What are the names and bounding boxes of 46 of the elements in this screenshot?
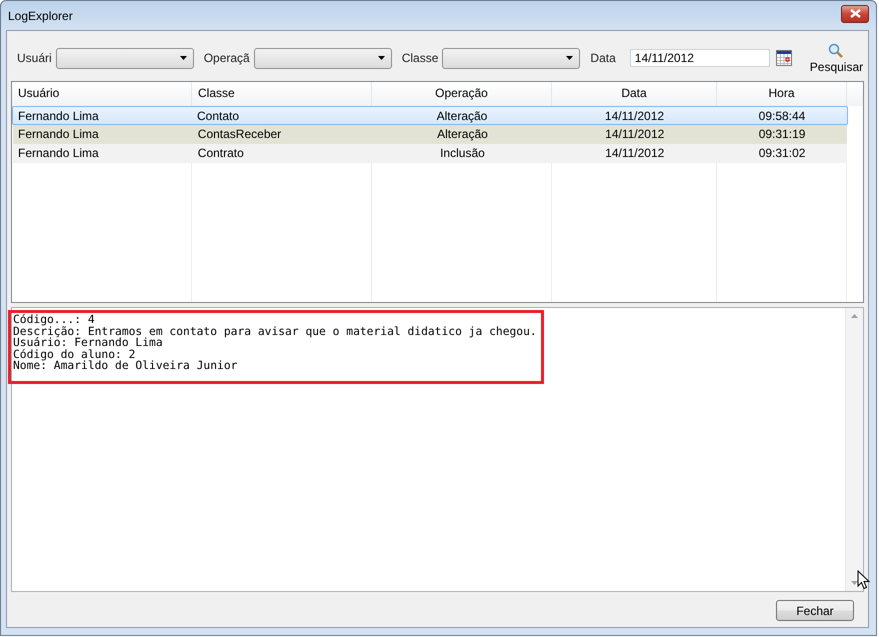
details-text-area[interactable]: Código...: 4 Descrição: Entramos em contato para avisar que o material didatico ja chegou. Usuário: Fernando Lima Código do aluno: 2 Nome: Amarildo de Oliveira Junior	[11, 307, 864, 592]
dropdown-arrow-icon	[566, 56, 574, 60]
search-icon	[828, 42, 844, 58]
filter-dropdown[interactable]	[56, 48, 194, 68]
table-cell-text: Contato	[196, 108, 240, 124]
table-cell-text: 09:31:02	[758, 145, 806, 162]
filter-dropdown[interactable]	[442, 48, 580, 68]
filter-label: Data	[590, 51, 616, 65]
detail-line: Código do aluno: 2	[13, 348, 136, 360]
table-cell-text: Alteração	[436, 108, 488, 124]
filter-label: Usuári	[17, 51, 52, 65]
table-cell-text: 14/11/2012	[604, 145, 666, 162]
filter-label: Classe	[402, 51, 438, 65]
table-cell-text: Fernando Lima	[17, 108, 100, 124]
dropdown-arrow-icon	[378, 56, 385, 60]
table-cell-text: 09:31:19	[758, 126, 806, 143]
filter-dropdown[interactable]	[254, 48, 392, 68]
table-cell-text: Alteração	[436, 126, 489, 143]
table-cell-text: Fernando Lima	[17, 126, 100, 143]
date-field[interactable]: 14/11/2012	[630, 49, 770, 67]
calendar-icon[interactable]	[776, 50, 792, 66]
table-cell-text: 14/11/2012	[604, 108, 666, 124]
search-button[interactable]: Pesquisar	[810, 42, 864, 74]
scroll-up-icon[interactable]	[851, 314, 858, 318]
table-cell-text: Fernando Lima	[17, 145, 100, 162]
dropdown-arrow-icon	[180, 56, 187, 60]
mouse-cursor-icon	[857, 570, 870, 590]
detail-line: Código...: 4	[13, 314, 96, 326]
scroll-down-icon[interactable]	[851, 581, 858, 585]
table-row[interactable]: Fernando Lima Contato Alteração 14/11/2012 09:58:44	[12, 106, 848, 125]
table-cell-text: 09:58:44	[758, 108, 806, 124]
detail-line: Usuário: Fernando Lima	[13, 337, 164, 348]
detail-line: Descrição: Entramos em contato para avisar que o material didatico ja chegou.	[13, 326, 537, 337]
table-cell-text: ContasReceber	[196, 126, 282, 143]
scrollbar[interactable]	[845, 308, 863, 591]
close-dialog-button[interactable]: Fechar	[776, 600, 854, 621]
table-cell-text: 14/11/2012	[604, 126, 666, 143]
table-cell-text: Contrato	[196, 145, 245, 162]
table-cell-text: Inclusão	[439, 145, 486, 162]
detail-line: Nome: Amarildo de Oliveira Junior	[13, 360, 238, 372]
table-row[interactable]: Fernando Lima Contrato Inclusão 14/11/2012 09:31:02	[13, 144, 847, 163]
close-icon	[850, 9, 860, 18]
close-button[interactable]	[841, 4, 869, 22]
window-title: LogExplorer	[7, 8, 73, 22]
table-row[interactable]: Fernando Lima ContasReceber Alteração 14/11/2012 09:31:19	[13, 125, 847, 144]
filter-label: Operaçã	[204, 51, 250, 65]
